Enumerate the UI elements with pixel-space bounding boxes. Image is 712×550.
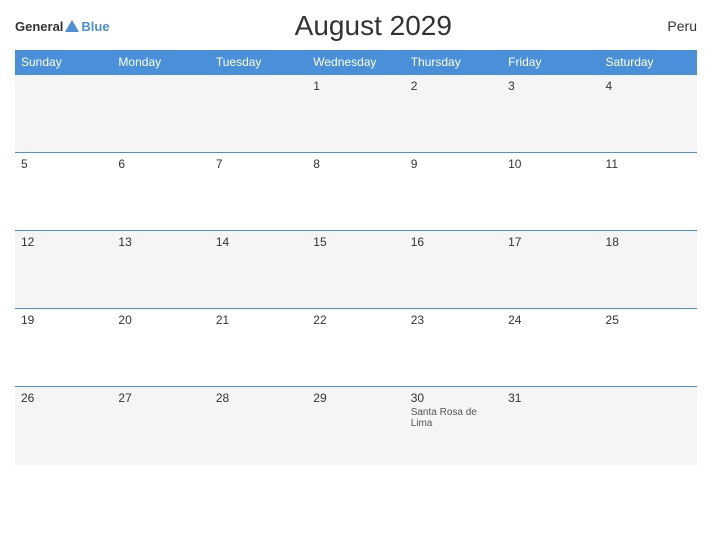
day-cell: 4 — [600, 75, 697, 153]
day-cell: 8 — [307, 153, 404, 231]
day-cell: 26 — [15, 387, 112, 465]
day-number: 14 — [216, 235, 301, 249]
day-cell: 28 — [210, 387, 307, 465]
day-number: 26 — [21, 391, 106, 405]
day-number: 12 — [21, 235, 106, 249]
day-number: 17 — [508, 235, 593, 249]
calendar-page: General Blue August 2029 Peru Sunday Mon… — [0, 0, 712, 550]
day-cell: 5 — [15, 153, 112, 231]
day-cell: 14 — [210, 231, 307, 309]
day-cell: 29 — [307, 387, 404, 465]
day-cell: 3 — [502, 75, 599, 153]
day-cell: 30 Santa Rosa de Lima — [405, 387, 502, 465]
header-thursday: Thursday — [405, 50, 502, 75]
week-row-1: 56789 10 11 — [15, 153, 697, 231]
day-number: 19 — [21, 313, 106, 327]
day-number: 8 — [313, 157, 398, 171]
day-number: 23 — [411, 313, 496, 327]
calendar-title: August 2029 — [110, 10, 637, 42]
week-row-0: 1234 — [15, 75, 697, 153]
day-number: 27 — [118, 391, 203, 405]
day-number: 24 — [508, 313, 593, 327]
day-number: 5 — [21, 157, 106, 171]
day-number: 25 — [606, 313, 691, 327]
day-number: 30 — [411, 391, 496, 405]
day-cell: 25 — [600, 309, 697, 387]
day-cell: 24 — [502, 309, 599, 387]
day-number: 16 — [411, 235, 496, 249]
day-number: 20 — [118, 313, 203, 327]
day-cell: 27 — [112, 387, 209, 465]
day-number: 28 — [216, 391, 301, 405]
week-row-2: 12 13 14 15 16 17 18 — [15, 231, 697, 309]
day-number: 21 — [216, 313, 301, 327]
logo-blue-text: Blue — [81, 19, 109, 34]
day-cell: 22 — [307, 309, 404, 387]
day-cell — [15, 75, 112, 153]
weekday-header-row: Sunday Monday Tuesday Wednesday Thursday… — [15, 50, 697, 75]
day-number: 3 — [508, 79, 593, 93]
day-number: 29 — [313, 391, 398, 405]
week-row-4: 26 27 28 29 30 Santa Rosa de Lima 31 — [15, 387, 697, 465]
day-cell: 20 — [112, 309, 209, 387]
day-cell: 19 — [15, 309, 112, 387]
day-cell: 9 — [405, 153, 502, 231]
day-number: 11 — [606, 157, 691, 171]
logo-general-text: General — [15, 19, 63, 34]
day-number: 15 — [313, 235, 398, 249]
day-number: 1 — [313, 79, 398, 93]
day-number: 13 — [118, 235, 203, 249]
day-number: 31 — [508, 391, 593, 405]
day-cell: 1 — [307, 75, 404, 153]
header-wednesday: Wednesday — [307, 50, 404, 75]
header-sunday: Sunday — [15, 50, 112, 75]
day-cell: 21 — [210, 309, 307, 387]
day-cell: 31 — [502, 387, 599, 465]
day-cell: 12 — [15, 231, 112, 309]
header: General Blue August 2029 Peru — [15, 10, 697, 42]
day-cell: 13 — [112, 231, 209, 309]
day-number: 6 — [118, 157, 203, 171]
day-cell: 11 — [600, 153, 697, 231]
day-number: 10 — [508, 157, 593, 171]
header-monday: Monday — [112, 50, 209, 75]
day-number: 2 — [411, 79, 496, 93]
day-number: 7 — [216, 157, 301, 171]
day-cell: 18 — [600, 231, 697, 309]
day-cell: 10 — [502, 153, 599, 231]
header-friday: Friday — [502, 50, 599, 75]
day-cell — [112, 75, 209, 153]
logo: General Blue — [15, 19, 110, 34]
week-row-3: 19 20 21 22 23 24 25 — [15, 309, 697, 387]
day-cell: 16 — [405, 231, 502, 309]
calendar-table: Sunday Monday Tuesday Wednesday Thursday… — [15, 50, 697, 465]
header-saturday: Saturday — [600, 50, 697, 75]
day-number: 22 — [313, 313, 398, 327]
day-number: 9 — [411, 157, 496, 171]
day-number: 18 — [606, 235, 691, 249]
day-cell: 23 — [405, 309, 502, 387]
day-number: 4 — [606, 79, 691, 93]
day-cell: 6 — [112, 153, 209, 231]
day-cell — [600, 387, 697, 465]
day-cell — [210, 75, 307, 153]
day-cell: 17 — [502, 231, 599, 309]
day-cell: 2 — [405, 75, 502, 153]
header-tuesday: Tuesday — [210, 50, 307, 75]
day-cell: 7 — [210, 153, 307, 231]
country-label: Peru — [637, 18, 697, 34]
day-cell: 15 — [307, 231, 404, 309]
logo-triangle-icon — [65, 20, 79, 32]
day-event: Santa Rosa de Lima — [411, 407, 496, 429]
